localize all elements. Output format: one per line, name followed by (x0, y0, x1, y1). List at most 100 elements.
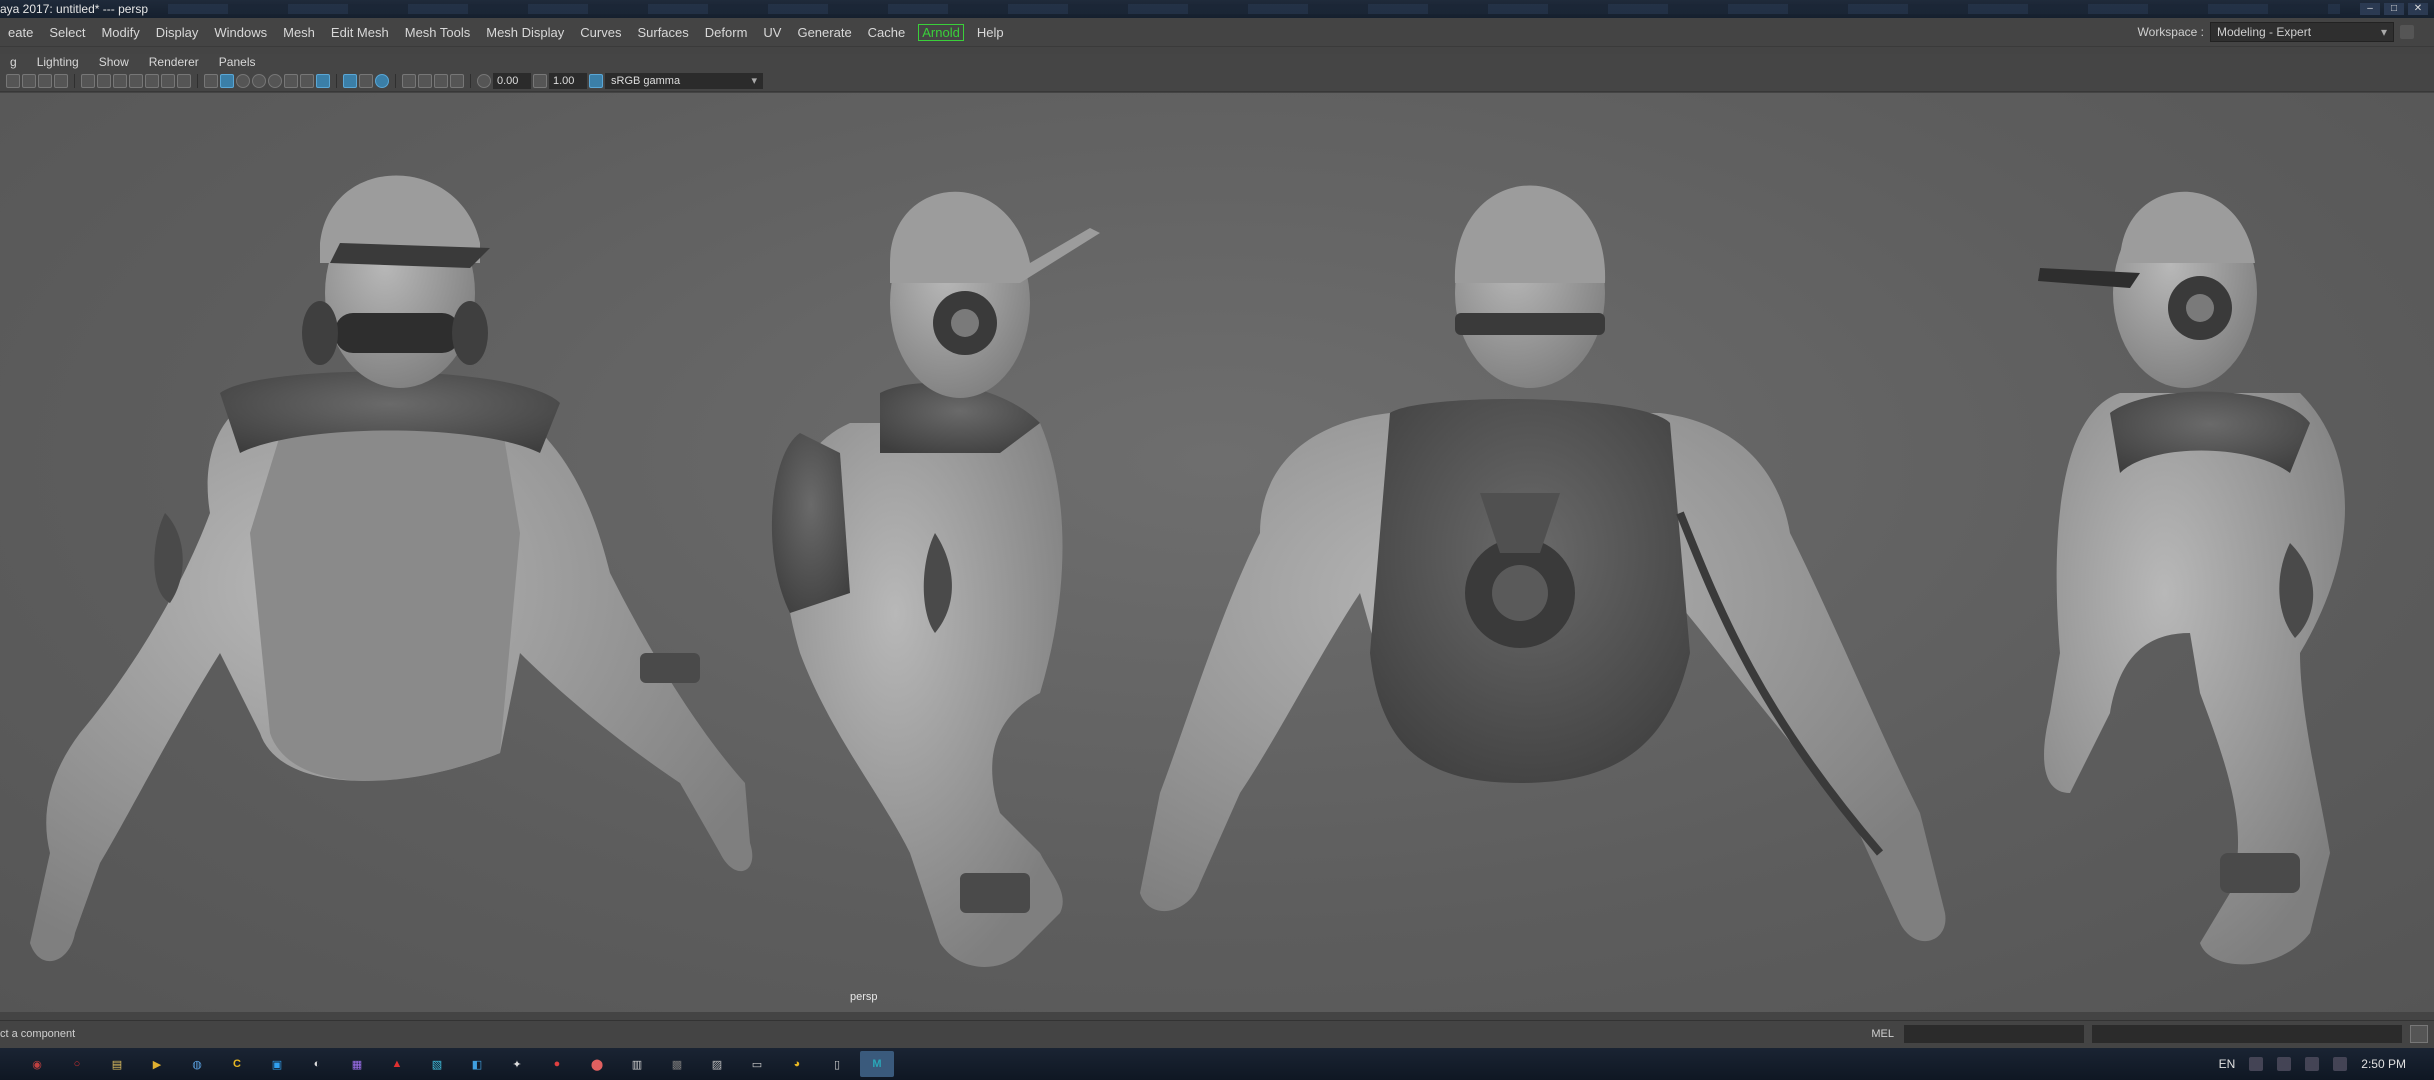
mel-label[interactable]: MEL (1871, 1028, 1894, 1040)
menu-windows[interactable]: Windows (206, 25, 275, 40)
recorder-icon[interactable]: ● (540, 1051, 574, 1077)
video-icon[interactable]: ▭ (740, 1051, 774, 1077)
script-editor-icon[interactable] (2410, 1025, 2428, 1043)
panel-menu-show[interactable]: Show (89, 55, 139, 69)
view-transform-dropdown[interactable]: sRGB gamma (605, 72, 763, 89)
lock-icon[interactable] (2400, 25, 2414, 39)
menu-cache[interactable]: Cache (860, 25, 914, 40)
menu-mesh-tools[interactable]: Mesh Tools (397, 25, 479, 40)
settings-app-icon[interactable]: ⬤ (580, 1051, 614, 1077)
photos-icon[interactable]: ▧ (420, 1051, 454, 1077)
grid-icon[interactable] (81, 73, 95, 88)
toolbar-separator (74, 73, 75, 88)
xray-icon[interactable] (343, 73, 357, 88)
media-player-icon[interactable]: ▶ (140, 1051, 174, 1077)
panel-toolbar: 0.00 1.00 sRGB gamma (0, 70, 2434, 92)
menu-help[interactable]: Help (969, 25, 1012, 40)
language-indicator[interactable]: EN (2219, 1057, 2236, 1071)
menu-edit-mesh[interactable]: Edit Mesh (323, 25, 397, 40)
store-icon[interactable]: ◧ (460, 1051, 494, 1077)
notification-icon[interactable] (2333, 1057, 2348, 1071)
maya-app-icon[interactable]: M (860, 1051, 894, 1077)
minimize-icon[interactable]: – (2360, 3, 2380, 15)
menu-select[interactable]: Select (41, 25, 93, 40)
browser-icon[interactable]: ◍ (180, 1051, 214, 1077)
bookmark-icon[interactable] (38, 73, 52, 88)
menu-mesh-display[interactable]: Mesh Display (478, 25, 572, 40)
viewport-persp[interactable]: persp (0, 93, 2434, 1012)
wireframe-icon[interactable] (204, 73, 218, 88)
zbrush-icon[interactable]: ✦ (500, 1051, 534, 1077)
volume-icon[interactable] (2305, 1057, 2320, 1071)
menu-generate[interactable]: Generate (789, 25, 859, 40)
command-input[interactable] (1904, 1025, 2084, 1043)
after-effects-icon[interactable]: ▦ (340, 1051, 374, 1077)
safe-action-icon[interactable] (161, 73, 175, 88)
help-line: ct a component MEL (0, 1020, 2434, 1047)
select-camera-icon[interactable] (6, 73, 20, 88)
character-front-view (30, 175, 753, 962)
color-management-icon[interactable] (589, 73, 603, 88)
toolbar-separator (470, 73, 471, 88)
clock[interactable]: 2:50 PM (2361, 1057, 2406, 1071)
smooth-shade-icon[interactable] (220, 73, 234, 88)
toolbar-separator (395, 73, 396, 88)
wireframe-on-shaded-icon[interactable] (236, 73, 250, 88)
network-icon[interactable] (2277, 1057, 2292, 1071)
multisample-icon[interactable] (434, 73, 448, 88)
menu-mesh[interactable]: Mesh (275, 25, 323, 40)
xray-joints-icon[interactable] (375, 73, 389, 88)
gamma-field[interactable]: 1.00 (549, 72, 587, 89)
photoshop-icon[interactable]: ▣ (260, 1051, 294, 1077)
title-bar: aya 2017: untitled* --- persp – □ ✕ (0, 0, 2434, 18)
menu-modify[interactable]: Modify (93, 25, 147, 40)
resolution-gate-icon[interactable] (113, 73, 127, 88)
exposure-icon[interactable] (477, 73, 491, 88)
folder-icon[interactable]: ▯ (820, 1051, 854, 1077)
menu-curves[interactable]: Curves (572, 25, 629, 40)
menu-uv[interactable]: UV (755, 25, 789, 40)
close-icon[interactable]: ✕ (2408, 3, 2428, 15)
maximize-icon[interactable]: □ (2384, 3, 2404, 15)
blender-icon[interactable]: ▨ (700, 1051, 734, 1077)
panel-menu-renderer[interactable]: Renderer (139, 55, 209, 69)
workspace-dropdown[interactable]: Modeling - Expert (2210, 22, 2394, 42)
toolbar-separator (336, 73, 337, 88)
panel-menu-lighting[interactable]: Lighting (27, 55, 89, 69)
backface-culling-icon[interactable] (402, 73, 416, 88)
gamma-icon[interactable] (533, 73, 547, 88)
safe-title-icon[interactable] (177, 73, 191, 88)
menu-create[interactable]: eate (0, 25, 41, 40)
start-icon[interactable]: ◉ (20, 1051, 54, 1077)
acrobat-icon[interactable]: ▲ (380, 1051, 414, 1077)
exposure-field[interactable]: 0.00 (493, 72, 531, 89)
menu-deform[interactable]: Deform (697, 25, 756, 40)
marvelous-icon[interactable]: ▥ (620, 1051, 654, 1077)
opera-icon[interactable]: ○ (60, 1051, 94, 1077)
panel-menu-panels[interactable]: Panels (209, 55, 266, 69)
panel-menu-shading[interactable]: g (0, 55, 27, 69)
chrome-icon[interactable]: ◕ (780, 1051, 814, 1077)
menu-surfaces[interactable]: Surfaces (629, 25, 696, 40)
isolate-select-icon[interactable] (316, 73, 330, 88)
field-chart-icon[interactable] (145, 73, 159, 88)
chrome-app-icon[interactable]: C (220, 1051, 254, 1077)
title-bar-tabs (168, 4, 2340, 14)
tray-arrow-icon[interactable] (2249, 1057, 2264, 1071)
shadows-icon[interactable] (284, 73, 298, 88)
film-gate-icon[interactable] (97, 73, 111, 88)
file-explorer-icon[interactable]: ▤ (100, 1051, 134, 1077)
xray-active-icon[interactable] (359, 73, 373, 88)
motion-blur-icon[interactable] (418, 73, 432, 88)
substance-icon[interactable]: ▩ (660, 1051, 694, 1077)
image-plane-icon[interactable] (54, 73, 68, 88)
quicktime-icon[interactable]: ◐ (300, 1051, 334, 1077)
gate-mask-icon[interactable] (129, 73, 143, 88)
menu-arnold[interactable]: Arnold (918, 23, 964, 41)
use-all-lights-icon[interactable] (268, 73, 282, 88)
ambient-occlusion-icon[interactable] (300, 73, 314, 88)
textured-icon[interactable] (252, 73, 266, 88)
depth-of-field-icon[interactable] (450, 73, 464, 88)
camera-attributes-icon[interactable] (22, 73, 36, 88)
menu-display[interactable]: Display (148, 25, 207, 40)
